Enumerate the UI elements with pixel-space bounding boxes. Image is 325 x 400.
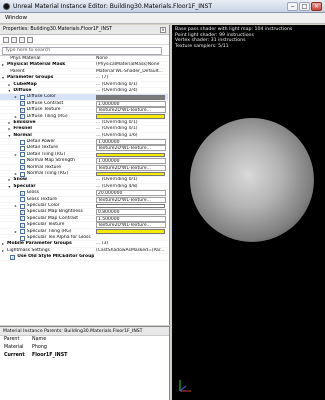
color-swatch[interactable] xyxy=(96,203,165,209)
property-value-field[interactable]: 1.000000 xyxy=(96,139,166,146)
parents-header: Material Instance Parents: Building30.Ma… xyxy=(0,327,169,336)
stat-texture-samplers: Texture samplers: 5/11 xyxy=(175,43,229,49)
override-checkbox[interactable] xyxy=(19,94,25,100)
property-label: Use Old Style MICEditor Groups xyxy=(17,254,94,260)
title-bar: Unreal Material Instance Editor: Buildin… xyxy=(0,0,325,13)
col-name: Name xyxy=(32,337,47,342)
override-checkbox[interactable]: ✓ xyxy=(19,107,25,113)
material-preview-sphere[interactable] xyxy=(190,118,314,242)
window-title: Unreal Material Instance Editor: Buildin… xyxy=(13,3,212,10)
override-checkbox[interactable]: ✓ xyxy=(19,216,25,222)
override-checkbox[interactable]: ✓ xyxy=(19,209,25,215)
override-checkbox[interactable]: ✓ xyxy=(19,114,25,120)
property-value-field[interactable]: Texture2D'WL-Texture... xyxy=(96,107,166,114)
property-value-field[interactable]: 1.000000 xyxy=(96,100,166,107)
property-value-field[interactable]: Texture2D'WL-Texture... xyxy=(96,196,166,203)
override-checkbox[interactable] xyxy=(19,197,25,203)
property-value-field[interactable]: 1.500000 xyxy=(96,215,166,222)
menu-bar: Window xyxy=(0,13,325,24)
col-parent: Parent xyxy=(4,337,20,342)
lock-icon[interactable] xyxy=(19,37,25,43)
properties-header: Properties: Building30.Materials.Floor1F… xyxy=(0,25,169,35)
preview-viewport[interactable]: Base pass shader with light map: 104 ins… xyxy=(172,25,325,400)
override-checkbox[interactable]: ✓ xyxy=(19,165,25,171)
parent-name: Phong xyxy=(32,345,47,350)
override-checkbox[interactable]: ✓ xyxy=(19,190,25,196)
override-checkbox[interactable] xyxy=(19,152,25,158)
close-panel-icon[interactable]: × xyxy=(160,27,166,33)
search-input[interactable]: Type here to search xyxy=(2,47,162,55)
color-swatch[interactable] xyxy=(96,114,165,119)
override-checkbox[interactable]: ✓ xyxy=(10,254,16,260)
param-use-old-style-miceditor-groups[interactable]: ✓ Use Old Style MICEditor Groups xyxy=(0,254,168,261)
override-checkbox[interactable] xyxy=(19,235,25,241)
search-row: Type here to search xyxy=(0,45,169,56)
properties-title: Properties: Building30.Materials.Floor1F… xyxy=(3,27,113,32)
color-swatch[interactable] xyxy=(96,171,165,177)
expand-all-icon[interactable] xyxy=(11,37,17,43)
property-value-field[interactable]: 20.000000 xyxy=(96,190,166,197)
maximize-button[interactable]: □ xyxy=(299,2,310,11)
menu-window[interactable]: Window xyxy=(5,15,27,21)
parent-kind: Material xyxy=(4,345,24,350)
minimize-button[interactable]: ‒ xyxy=(287,2,298,11)
axis-gizmo-icon xyxy=(179,380,191,392)
parents-panel: Material Instance Parents: Building30.Ma… xyxy=(0,326,170,400)
override-checkbox[interactable] xyxy=(19,146,25,152)
parents-column-headers: Parent Name xyxy=(0,336,169,344)
current-kind: Current xyxy=(4,353,25,358)
property-value-field[interactable]: 0.800000 xyxy=(96,209,166,216)
override-checkbox[interactable] xyxy=(19,139,25,145)
collapse-all-icon[interactable] xyxy=(3,37,9,43)
property-value-field[interactable]: 1.000000 xyxy=(96,158,166,165)
override-checkbox[interactable]: ✓ xyxy=(19,222,25,228)
copy-icon[interactable] xyxy=(27,37,33,43)
property-value-field[interactable]: Texture2D'WL-Texture... xyxy=(96,145,166,152)
override-checkbox[interactable] xyxy=(19,229,25,235)
override-checkbox[interactable]: ✓ xyxy=(19,101,25,107)
close-button[interactable]: × xyxy=(311,2,322,11)
property-value-field[interactable]: Texture2D'WL-Texture... xyxy=(96,164,166,171)
color-swatch[interactable] xyxy=(96,152,165,158)
current-row[interactable]: Current Floor1F_INST xyxy=(0,352,169,360)
property-list: Phys Material None ▸ Physical Material Mask… xyxy=(0,56,168,261)
property-value-field[interactable]: Texture2D'WL-Texture... xyxy=(96,222,166,229)
properties-toolbar xyxy=(0,35,169,45)
color-swatch[interactable] xyxy=(96,229,165,234)
current-name: Floor1F_INST xyxy=(32,353,68,358)
override-checkbox[interactable] xyxy=(19,171,25,177)
color-swatch[interactable] xyxy=(96,95,165,100)
override-checkbox[interactable] xyxy=(19,158,25,164)
override-checkbox[interactable] xyxy=(19,203,25,209)
parent-row[interactable]: Material Phong xyxy=(0,344,169,352)
properties-panel: Properties: Building30.Materials.Floor1F… xyxy=(0,25,170,325)
app-icon xyxy=(3,3,10,10)
